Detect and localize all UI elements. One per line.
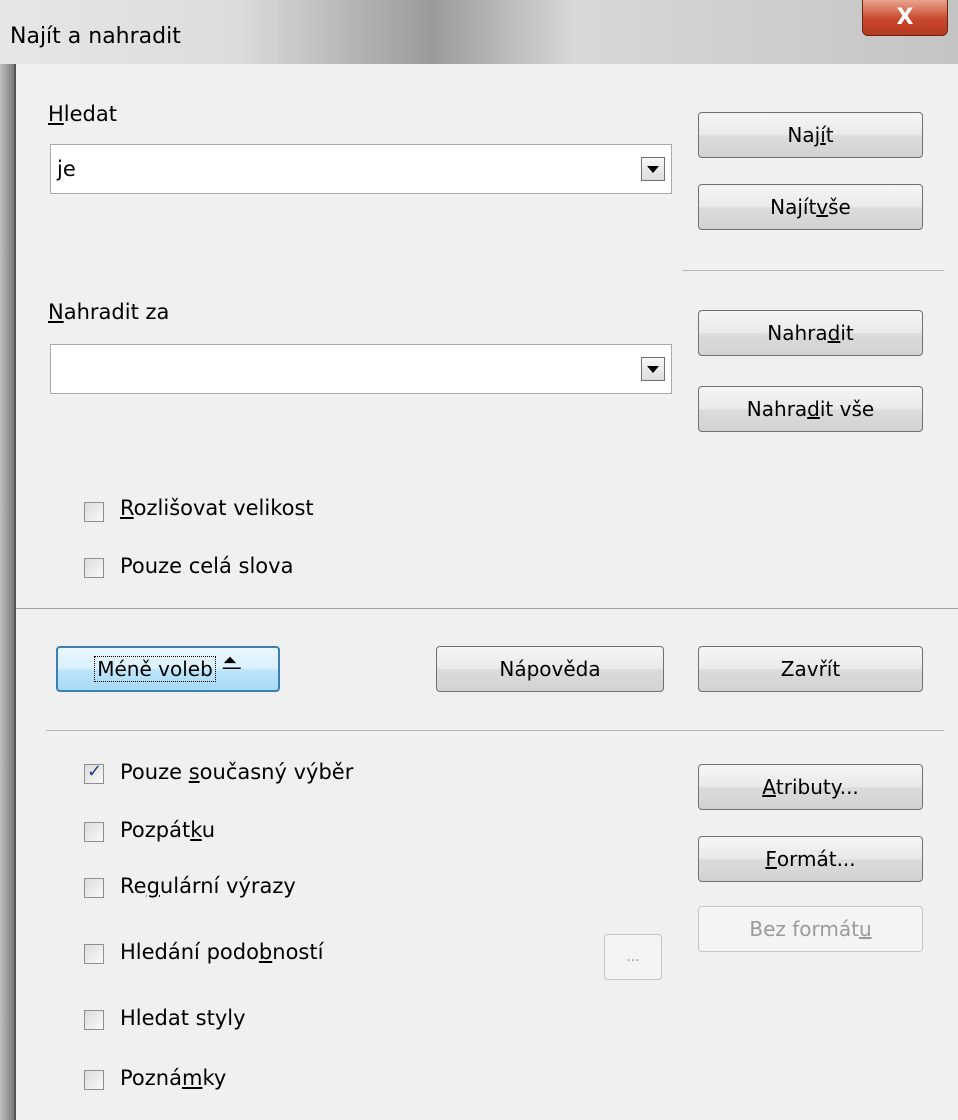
chevron-down-icon [647,165,659,173]
options-divider [16,608,958,609]
replace-all-button[interactable]: Nahra d it vše [698,386,923,432]
similarity-text-b: ností [272,940,324,964]
find-replace-window: Najít a nahradit X Hledat je Naj í t Najít… [0,0,958,1120]
regex-label: Regulární výrazy [120,874,296,898]
similarity-text-a: Hledání podo [120,940,259,964]
chevron-down-icon [647,365,659,373]
fewer-options-label: Méně voleb [94,656,216,682]
replace-button-accel: d [827,321,841,345]
regex-text-b: ulární výrazy [159,874,296,898]
backwards-checkbox[interactable] [84,822,104,842]
notes-label: Poznámky [120,1066,226,1090]
regex-checkbox[interactable] [84,878,104,898]
right-divider [682,270,944,271]
search-dropdown-button[interactable] [641,157,665,181]
ellipsis-label: ... [626,949,640,965]
notes-text-a: Pozná [120,1066,182,1090]
title-bar[interactable]: Najít a nahradit X [0,0,958,64]
whole-words-label: Pouze celá slova [120,554,293,578]
attributes-text: tributy... [775,775,859,799]
notes-accel: m [181,1066,203,1090]
whole-words-checkbox[interactable] [84,558,104,578]
search-combobox[interactable]: je [50,144,672,194]
window-title: Najít a nahradit [10,24,181,49]
help-label: Nápověda [499,657,601,681]
current-selection-label: Pouze současný výběr [120,760,353,784]
close-icon: X [896,5,914,30]
replace-all-text-b: it vše [819,397,875,421]
notes-checkbox[interactable] [84,1070,104,1090]
format-text: ormát... [776,847,856,871]
current-selection-accel: s [188,760,200,784]
search-label: Hledat [48,102,117,126]
search-input[interactable]: je [57,157,76,181]
search-styles-text: Hledat styly [120,1006,246,1030]
double-chevron-up-icon: ⏶ ⎺ [222,650,241,687]
whole-words-text: Pouze celá slova [120,554,294,578]
find-button-text-a: Naj [787,123,821,147]
find-all-text-a: Najít [770,195,817,219]
backwards-text-a: Pozpát [120,818,191,842]
help-button[interactable]: Nápověda [436,646,664,692]
format-accel: F [765,847,777,871]
find-button-text-b: t [825,123,834,147]
no-format-accel: u [858,917,872,941]
regex-text-a: Re [120,874,147,898]
replace-button-text-b: it [840,321,854,345]
replace-label-text: ahradit za [63,300,170,324]
replace-all-text-a: Nahra [746,397,808,421]
dialog-body: Hledat je Naj í t Najít v še Nahradit za Na… [14,64,958,1120]
find-all-text-b: še [828,195,851,219]
format-button[interactable]: Formát... [698,836,923,882]
current-selection-text-b: oučasný výběr [199,760,354,784]
similarity-accel: b [258,940,273,964]
replace-button[interactable]: Nahra d it [698,310,923,356]
backwards-text-b: u [201,818,216,842]
match-case-text-b: ozlišovat velikost [133,496,314,520]
find-button[interactable]: Naj í t [698,112,923,158]
replace-combobox[interactable] [50,344,672,394]
backwards-label: Pozpátku [120,818,215,842]
replace-dropdown-button[interactable] [641,357,665,381]
regex-accel: g [146,874,160,898]
replace-label-accel: N [48,300,64,324]
fewer-options-button[interactable]: Méně voleb ⏶ ⎺ [56,646,280,692]
attributes-button[interactable]: Atributy... [698,764,923,810]
current-selection-checkbox[interactable] [84,761,104,784]
search-styles-label: Hledat styly [120,1006,246,1030]
no-format-button[interactable]: Bez formát u [698,906,923,952]
replace-all-accel: d [807,397,820,421]
similarity-label: Hledání podobností [120,940,323,964]
search-label-text: ledat [63,102,117,126]
replace-button-text-a: Nahra [767,321,828,345]
notes-text-b: ky [202,1066,227,1090]
replace-label: Nahradit za [48,300,169,324]
match-case-checkbox[interactable] [84,502,104,522]
find-all-button[interactable]: Najít v še [698,184,923,230]
window-left-edge [0,64,14,1120]
search-label-accel: H [48,102,64,126]
similarity-checkbox[interactable] [84,944,104,964]
close-label: Zavřít [780,657,841,681]
find-all-accel: v [816,195,829,219]
close-window-button[interactable]: X [862,0,948,36]
no-format-text: Bez formát [749,917,859,941]
backwards-accel: k [190,818,202,842]
attributes-accel: A [762,775,776,799]
match-case-accel: R [120,496,134,520]
close-button[interactable]: Zavřít [698,646,923,692]
current-selection-text-a: Pouze [120,760,189,784]
match-case-label: Rozlišovat velikost [120,496,314,520]
more-options-divider [46,730,944,731]
similarity-options-button[interactable]: ... [604,934,662,980]
search-styles-checkbox[interactable] [84,1010,104,1030]
